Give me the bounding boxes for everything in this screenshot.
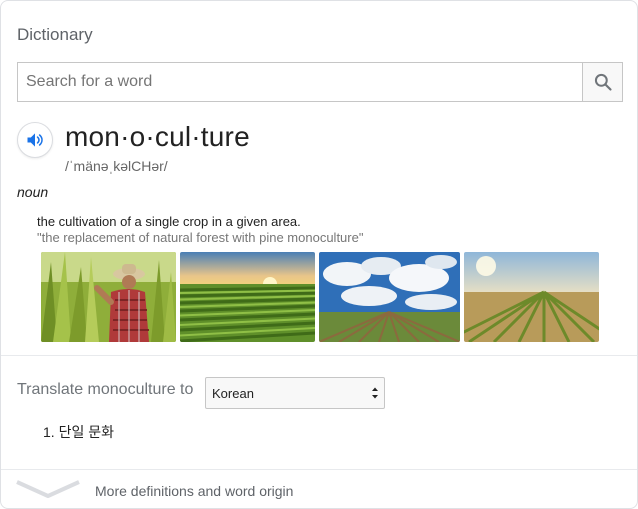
more-definitions-button[interactable]: More definitions and word origin — [1, 470, 637, 508]
image-strip — [41, 252, 599, 342]
search-icon — [594, 73, 612, 91]
more-definitions-label: More definitions and word origin — [95, 483, 294, 499]
cloudy-field-image[interactable] — [319, 252, 460, 342]
sunset-field-image[interactable] — [180, 252, 315, 342]
chevron-down-icon — [16, 480, 80, 498]
part-of-speech: noun — [17, 184, 49, 200]
dictionary-card: Dictionary mon·o·cul·ture /ˈmänəˌkəlCHər… — [0, 0, 638, 509]
language-select[interactable]: Korean — [205, 377, 385, 409]
search-input[interactable] — [18, 63, 582, 101]
sunrise-field-image[interactable] — [464, 252, 599, 342]
search-box — [17, 62, 623, 102]
select-arrows-icon — [372, 387, 378, 399]
translate-label: Translate monoculture to — [17, 381, 194, 398]
phonetic-spelling: /ˈmänəˌkəlCHər/ — [65, 158, 168, 174]
pronunciation-button[interactable] — [17, 122, 53, 158]
card-heading: Dictionary — [17, 25, 93, 44]
headword: mon·o·cul·ture — [65, 121, 250, 152]
selected-language: Korean — [212, 385, 254, 401]
translation-result: 1. 단일 문화 — [43, 424, 114, 440]
farmer-corn-image[interactable] — [41, 252, 176, 342]
definition-text: the cultivation of a single crop in a gi… — [37, 214, 301, 229]
speaker-icon — [27, 133, 43, 147]
section-divider — [1, 355, 637, 356]
example-sentence: "the replacement of natural forest with … — [37, 230, 364, 245]
search-button[interactable] — [582, 63, 622, 101]
